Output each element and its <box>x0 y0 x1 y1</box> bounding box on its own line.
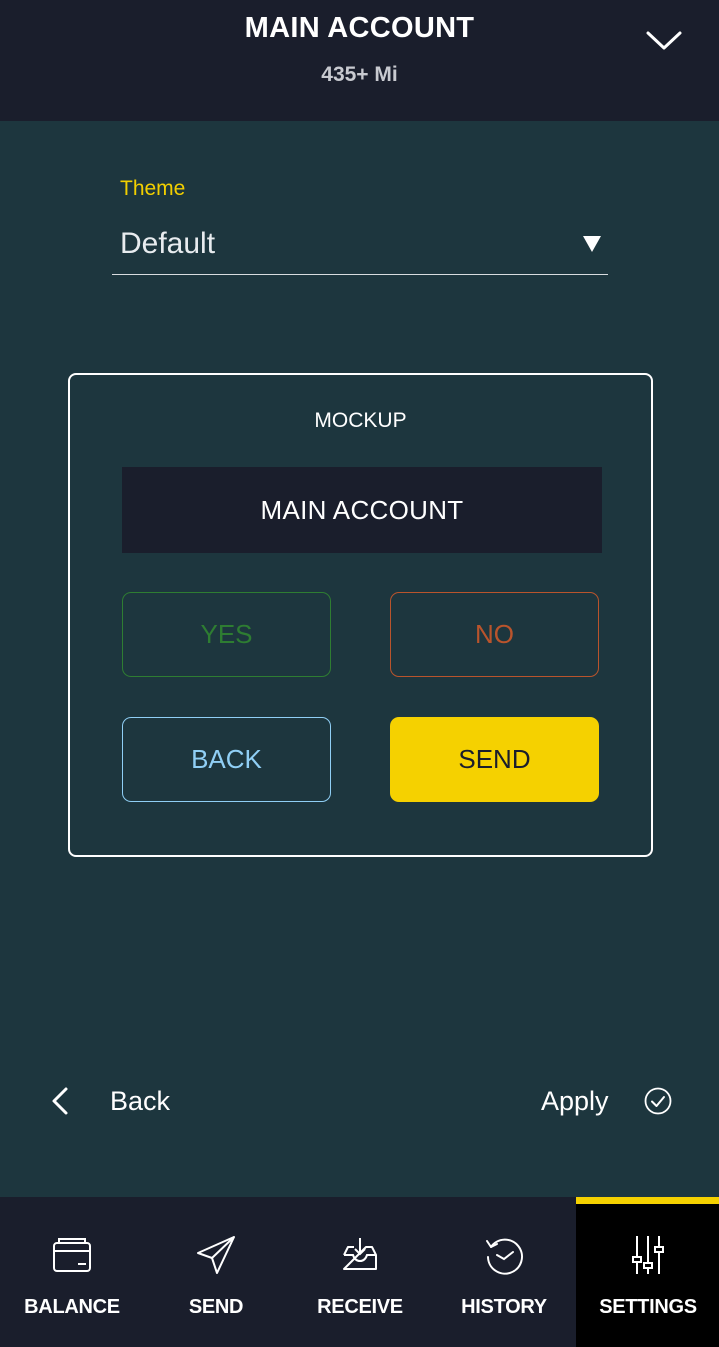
account-title[interactable]: MAIN ACCOUNT <box>0 12 719 45</box>
bottom-tab-bar: BALANCE SEND RECEIVE HISTORY SETTINGS <box>0 1197 719 1347</box>
tab-send-label: SEND <box>188 1296 244 1318</box>
sliders-icon <box>632 1236 664 1274</box>
paper-plane-icon <box>197 1236 235 1274</box>
tab-receive-label: RECEIVE <box>317 1296 403 1318</box>
theme-select[interactable]: Default <box>112 222 608 275</box>
chevron-down-icon[interactable] <box>645 24 683 54</box>
wallet-icon <box>53 1238 91 1272</box>
mockup-account-bar: MAIN ACCOUNT <box>122 467 602 553</box>
top-header: MAIN ACCOUNT 435+ Mi <box>0 0 719 121</box>
back-button[interactable]: Back <box>48 1080 170 1122</box>
tab-send[interactable]: SEND <box>144 1197 288 1347</box>
chevron-left-icon <box>52 1087 68 1115</box>
mockup-title: MOCKUP <box>314 409 407 432</box>
theme-mockup-preview: MOCKUP MAIN ACCOUNT YES NO BACK SEND <box>68 373 653 857</box>
tab-balance-label: BALANCE <box>24 1296 120 1318</box>
tab-balance[interactable]: BALANCE <box>0 1197 144 1347</box>
theme-selected-value: Default <box>120 227 216 260</box>
tab-history[interactable]: HISTORY <box>432 1197 576 1347</box>
mockup-send-button: SEND <box>390 717 599 802</box>
check-circle-icon <box>644 1087 671 1115</box>
account-balance: 435+ Mi <box>321 63 398 86</box>
apply-label: Apply <box>541 1085 609 1116</box>
tab-receive[interactable]: RECEIVE <box>288 1197 432 1347</box>
mockup-yes-button: YES <box>122 592 331 677</box>
mockup-no-button: NO <box>390 592 599 677</box>
tab-settings[interactable]: SETTINGS <box>576 1197 719 1347</box>
dropdown-triangle-icon <box>583 236 601 252</box>
back-label: Back <box>110 1085 171 1116</box>
theme-label: Theme <box>120 177 186 200</box>
inbox-download-icon <box>343 1238 377 1270</box>
apply-button[interactable]: Apply <box>541 1080 673 1122</box>
mockup-back-button: BACK <box>122 717 331 802</box>
tab-settings-label: SETTINGS <box>599 1296 697 1318</box>
tab-history-label: HISTORY <box>461 1296 547 1318</box>
history-clock-icon <box>486 1238 523 1275</box>
